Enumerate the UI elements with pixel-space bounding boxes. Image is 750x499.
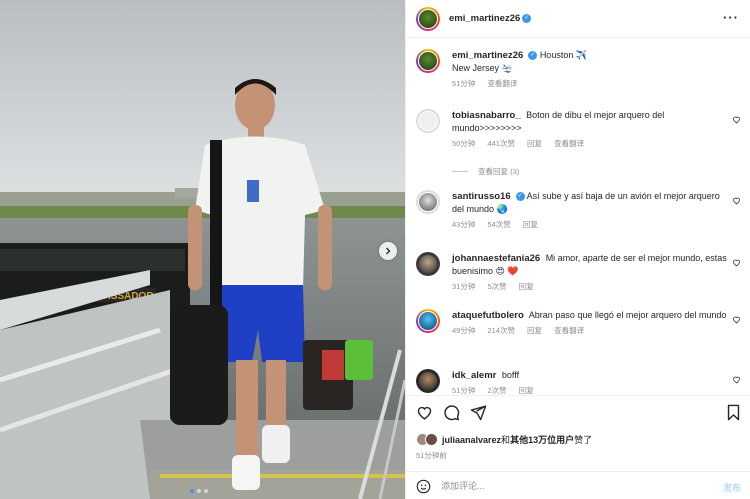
- likes-summary[interactable]: juliaanalvarez 和 其他13万位用户 赞了: [416, 433, 592, 446]
- reply-button[interactable]: 回复: [527, 326, 542, 335]
- comment-author[interactable]: ataquefutbolero: [452, 310, 524, 321]
- avatar[interactable]: [416, 190, 440, 214]
- reply-button[interactable]: 回复: [523, 220, 538, 229]
- verified-badge-icon: ✓: [528, 51, 538, 61]
- view-replies-label: 查看回复 (3): [478, 167, 520, 176]
- verified-badge-icon: ✓: [522, 14, 532, 23]
- comment-time: 50分钟: [452, 139, 476, 148]
- liker-avatar: [425, 433, 438, 446]
- comment-text: bofff: [501, 370, 520, 380]
- reply-button[interactable]: 回复: [519, 282, 534, 291]
- post-author[interactable]: emi_martinez26: [449, 13, 520, 24]
- likes-suffix: 赞了: [574, 435, 593, 445]
- smiley-icon[interactable]: [416, 479, 431, 494]
- avatar[interactable]: [416, 6, 440, 31]
- post-actions: juliaanalvarez 和 其他13万位用户 赞了 51分钟前 发布: [406, 395, 750, 499]
- comment-time: 43分钟: [452, 220, 476, 229]
- likes-connector: 和: [501, 435, 511, 445]
- comment-author[interactable]: santirusso16: [452, 191, 511, 202]
- heart-icon[interactable]: [732, 258, 741, 267]
- post-comment-button[interactable]: 发布: [723, 481, 741, 494]
- comment-author[interactable]: idk_alemr: [452, 370, 496, 381]
- heart-icon[interactable]: [732, 196, 741, 205]
- carousel-dot: [204, 489, 208, 493]
- comment-time: 31分钟: [452, 282, 476, 291]
- view-translation-link[interactable]: 查看翻译: [554, 326, 584, 335]
- caption-author[interactable]: emi_martinez26: [452, 50, 523, 61]
- post-timestamp: 51分钟前: [416, 451, 447, 460]
- comment-likes[interactable]: 5次赞: [487, 282, 506, 291]
- caption-meta: 51分钟 查看翻译: [452, 77, 730, 90]
- caption-line-1: Houston ✈️: [539, 50, 588, 60]
- carousel-dots: [190, 489, 208, 493]
- comment-likes[interactable]: 54次赞: [487, 220, 510, 229]
- verified-badge-icon: ✓: [515, 192, 525, 202]
- comment-time: 49分钟: [452, 326, 476, 335]
- comment-text: Abran paso que llegó el mejor arquero de…: [528, 310, 727, 320]
- carousel-dot: [190, 489, 194, 493]
- avatar[interactable]: [416, 49, 440, 73]
- likes-others[interactable]: 其他13万位用户: [510, 433, 574, 446]
- next-photo-button[interactable]: [379, 242, 397, 260]
- liker-username[interactable]: juliaanalvarez: [442, 435, 501, 445]
- post-sidebar: emi_martinez26 ✓ ··· emi_martinez26 ✓ Hou…: [405, 0, 750, 499]
- comment-time: 51分钟: [452, 386, 476, 394]
- avatar[interactable]: [416, 109, 440, 133]
- heart-icon[interactable]: [732, 315, 741, 324]
- comment-likes[interactable]: 2次赞: [487, 386, 506, 394]
- comment-likes[interactable]: 441次赞: [487, 139, 515, 148]
- reply-button[interactable]: 回复: [519, 386, 534, 394]
- photo-scene: MBASSADOR: [0, 0, 405, 499]
- avatar[interactable]: [416, 309, 440, 333]
- heart-icon[interactable]: [732, 375, 741, 384]
- post-header: emi_martinez26 ✓ ···: [406, 0, 750, 38]
- reply-button[interactable]: 回复: [527, 139, 542, 148]
- comment-input[interactable]: [441, 481, 701, 491]
- carousel-dot: [197, 489, 201, 493]
- view-translation-link[interactable]: 查看翻译: [554, 139, 584, 148]
- avatar[interactable]: [416, 369, 440, 393]
- chevron-right-icon: [386, 247, 391, 255]
- add-comment-bar: 发布: [406, 471, 750, 499]
- bookmark-icon[interactable]: [726, 404, 741, 421]
- post-photo[interactable]: MBASSADOR: [0, 0, 405, 499]
- like-heart-icon[interactable]: [416, 404, 433, 421]
- share-paper-plane-icon[interactable]: [470, 404, 487, 421]
- comments-list[interactable]: emi_martinez26 ✓ Houston ✈️ New Jersey 🛬 …: [406, 39, 750, 394]
- caption-line-2: New Jersey 🛬: [452, 63, 513, 73]
- avatar[interactable]: [416, 252, 440, 276]
- heart-icon[interactable]: [732, 115, 741, 124]
- comment-author[interactable]: johannaestefania26: [452, 253, 540, 264]
- comment-likes[interactable]: 214次赞: [487, 326, 515, 335]
- comment-bubble-icon[interactable]: [443, 404, 460, 421]
- view-translation-link[interactable]: 查看翻译: [487, 79, 517, 88]
- comment-author[interactable]: tobiasnabarro_: [452, 110, 521, 121]
- more-horizontal-icon[interactable]: ···: [723, 10, 739, 25]
- view-replies-button[interactable]: 查看回复 (3): [452, 166, 519, 177]
- caption-time: 51分钟: [452, 79, 476, 88]
